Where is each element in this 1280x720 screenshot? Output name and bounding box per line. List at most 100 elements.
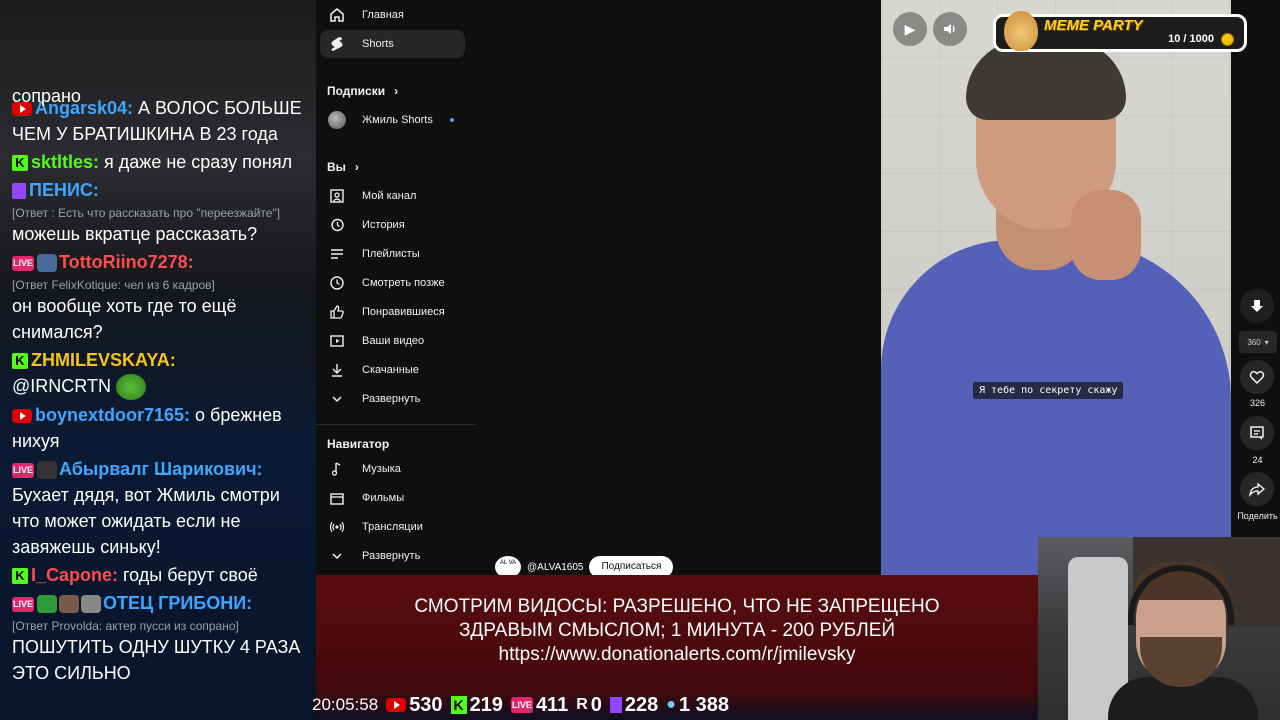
- chat-username[interactable]: ОТЕЦ ГРИБОНИ:: [103, 593, 252, 613]
- channel-name[interactable]: @ALVA1605: [527, 562, 583, 573]
- emoji-icon: [37, 254, 57, 272]
- quality-value: 360: [1247, 337, 1261, 347]
- streamer-webcam: [1038, 537, 1280, 720]
- broadcast-icon: [326, 516, 348, 538]
- chevron-right-icon: ›: [394, 84, 399, 98]
- kick-icon: K: [12, 568, 28, 585]
- chat-messages: сопрано Angarsk04: А ВОЛОС БОЛЬШЕ ЧЕМ У …: [0, 86, 316, 720]
- youtube-icon: [12, 102, 32, 116]
- chat-text: я даже не сразу понял: [99, 151, 293, 172]
- live-viewers: LIVE 411: [510, 694, 568, 717]
- sidebar-item-your-videos[interactable]: Ваши видео: [320, 327, 465, 355]
- kick-icon: K: [12, 353, 28, 369]
- chat-message: LIVE ОТЕЦ ГРИБОНИ: [Ответ Provolda: актер…: [12, 590, 308, 716]
- like-count: 326: [1249, 398, 1266, 408]
- live-icon: LIVE: [12, 255, 34, 271]
- short-actions: 360 ▾ 326 24 Поделить: [1235, 0, 1280, 540]
- live-icon: LIVE: [12, 596, 34, 612]
- chat-message: K I_Capone: годы берут своё: [12, 562, 308, 588]
- rutube-icon: R: [576, 696, 588, 713]
- download-icon: [326, 359, 348, 381]
- sidebar-item-home[interactable]: Главная: [320, 1, 465, 29]
- sidebar-item-live[interactable]: Трансляции: [320, 513, 465, 541]
- chevron-down-icon: [326, 545, 348, 567]
- viewer-count: 1 388: [678, 693, 729, 716]
- total-viewers: ● 1 388: [666, 694, 729, 717]
- chat-username[interactable]: boynextdoor7165:: [35, 405, 190, 425]
- like-button[interactable]: [1240, 360, 1274, 394]
- chat-text: @IRNCRTN: [12, 375, 116, 396]
- chat-username[interactable]: Абырвалг Шарикович:: [59, 459, 263, 479]
- sidebar-item-playlists[interactable]: Плейлисты: [320, 240, 465, 268]
- video-caption: Я тебе по секрету скажу: [973, 382, 1124, 399]
- viewer-count: 530: [409, 693, 443, 716]
- chat-username[interactable]: sktltles:: [31, 152, 99, 172]
- section-title: Вы: [327, 160, 346, 174]
- sidebar-item-expand-navigator[interactable]: Развернуть: [320, 542, 465, 570]
- chat-username[interactable]: ZHMILEVSKAYA:: [31, 350, 176, 370]
- clapperboard-icon: [326, 487, 348, 509]
- chat-username[interactable]: I_Capone:: [31, 565, 118, 585]
- sidebar-item-liked[interactable]: Понравившиеся: [320, 298, 465, 326]
- sidebar-item-expand[interactable]: Развернуть: [320, 385, 465, 413]
- sidebar-item-downloads[interactable]: Скачанные: [320, 356, 465, 384]
- chat-username[interactable]: ПЕНИС:: [29, 180, 99, 200]
- sidebar-item-label: Музыка: [362, 463, 401, 475]
- sidebar-item-label: Главная: [362, 9, 404, 21]
- history-icon: [326, 214, 348, 236]
- chevron-down-icon: [326, 388, 348, 410]
- chat-message: Ksktltles: я даже не сразу понял: [12, 149, 308, 175]
- twitch-icon: [12, 183, 26, 199]
- sidebar-divider: [316, 424, 476, 425]
- badge-emote-icon: [37, 595, 57, 614]
- comments-button[interactable]: [1240, 416, 1274, 450]
- sidebar-item-label: Трансляции: [362, 521, 423, 533]
- kick-icon: K: [450, 696, 467, 714]
- sidebar-item-watch-later[interactable]: Смотреть позже: [320, 269, 465, 297]
- sidebar-item-shorts[interactable]: Shorts: [320, 30, 465, 58]
- share-button[interactable]: [1240, 472, 1274, 506]
- chat-text: можешь вкратце рассказать?: [12, 223, 258, 244]
- youtube-viewers: 530: [386, 693, 443, 717]
- video-play-icon: [326, 330, 348, 352]
- chat-text: он вообще хоть где то ещё снимался?: [12, 295, 237, 342]
- meme-party-widget: MEME PARTY 10 / 1000: [993, 11, 1247, 52]
- sidebar-item-subscription[interactable]: Жмиль Shorts: [320, 106, 465, 134]
- section-title: Подписки: [327, 84, 386, 98]
- chat-text: Бухает дядя, вот Жмиль смотри что может …: [12, 485, 280, 557]
- comment-count: 24: [1252, 455, 1263, 465]
- chat-message: K ZHMILEVSKAYA: @IRNCRTN: [12, 347, 308, 400]
- sidebar-item-history[interactable]: История: [320, 211, 465, 239]
- sidebar-item-movies[interactable]: Фильмы: [320, 484, 465, 512]
- volume-button[interactable]: [933, 12, 967, 46]
- chat-message: ПЕНИС: [Ответ : Есть что рассказать про …: [12, 177, 308, 247]
- sidebar-item-my-channel[interactable]: Мой канал: [320, 182, 465, 210]
- video-person-body: [881, 240, 1231, 575]
- play-icon: ▶: [904, 20, 916, 37]
- home-icon: [326, 4, 348, 26]
- sidebar-item-label: Развернуть: [362, 550, 421, 562]
- quality-select[interactable]: 360 ▾: [1239, 331, 1277, 353]
- download-button[interactable]: [1240, 289, 1274, 323]
- subscriptions-header[interactable]: Подписки ›: [327, 84, 398, 98]
- sidebar-item-label: Скачанные: [362, 364, 419, 376]
- viewer-stats-bar: 20:05:58 530 K 219 LIVE 411 R0 228 ● 1 388: [310, 690, 1038, 720]
- badge-emote-icon: [81, 595, 101, 614]
- sidebar-item-label: Жмиль Shorts: [362, 114, 433, 126]
- play-button[interactable]: ▶: [893, 12, 927, 46]
- youtube-sidebar: Главная Shorts Подписки › Жмиль Shorts Вы…: [316, 0, 480, 575]
- youtube-icon: [12, 409, 32, 424]
- twitch-viewers: 228: [609, 694, 658, 717]
- video-person-hair: [966, 40, 1126, 120]
- sidebar-item-music[interactable]: Музыка: [320, 455, 465, 483]
- music-note-icon: [326, 458, 348, 480]
- youtube-icon: [386, 698, 407, 712]
- volume-icon: [944, 24, 955, 34]
- rutube-viewers: R0: [576, 694, 602, 717]
- content-area: [480, 0, 880, 575]
- short-video-player[interactable]: Я тебе по секрету скажу ▶: [881, 0, 1231, 575]
- chat-text: годы берут своё: [118, 565, 258, 585]
- chat-username[interactable]: TottoRiino7278:: [59, 252, 194, 272]
- chat-reply-quote: [Ответ : Есть что рассказать про "переез…: [12, 205, 281, 220]
- you-header[interactable]: Вы ›: [327, 160, 359, 174]
